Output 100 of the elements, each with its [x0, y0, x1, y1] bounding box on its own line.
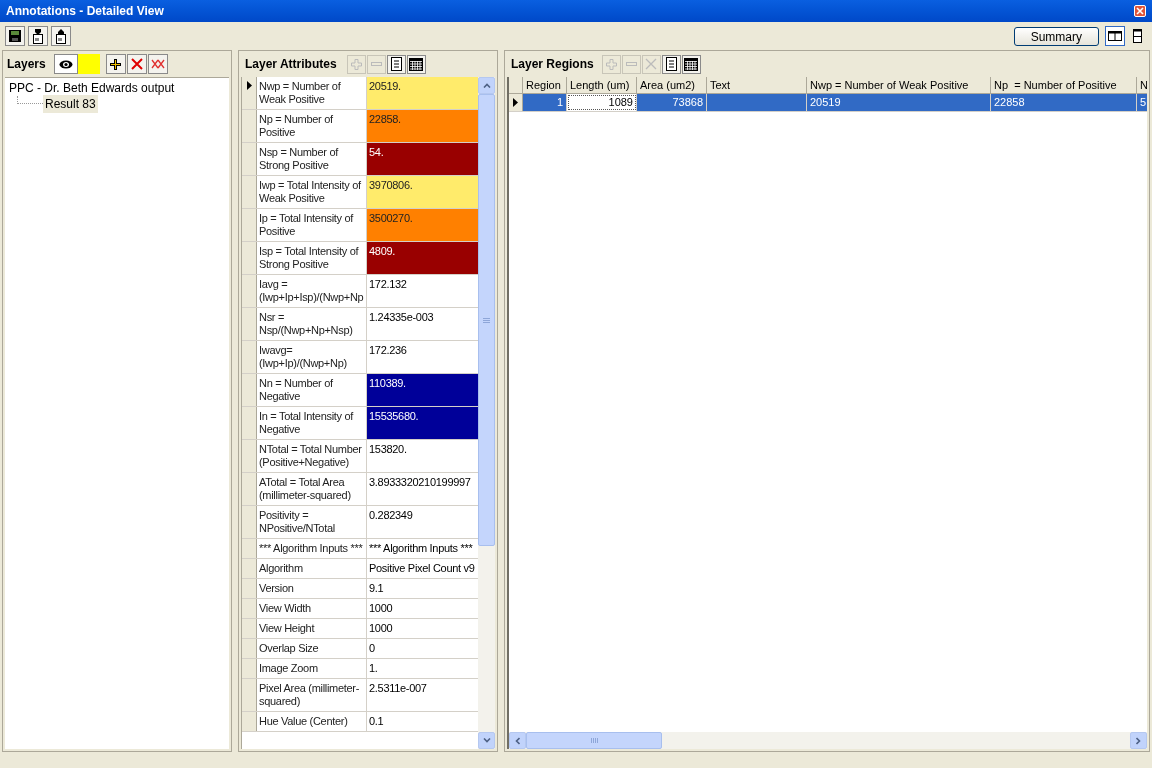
attribute-name: View Width — [257, 599, 367, 618]
plus-icon — [605, 58, 617, 70]
layout-toggle[interactable] — [1105, 26, 1125, 46]
grip-icon — [590, 738, 598, 743]
attribute-name: Hue Value (Center) — [257, 712, 367, 731]
attribute-value[interactable]: 0.282349 — [367, 506, 478, 538]
attribute-name: ATotal = Total Area (millimeter-squared) — [257, 473, 367, 505]
grid-icon — [409, 57, 424, 71]
attribute-value[interactable]: 3500270. — [367, 209, 478, 241]
delete-all-button[interactable] — [147, 54, 168, 74]
attribute-value[interactable]: 1000 — [367, 599, 478, 618]
attribute-value[interactable]: 3.8933320210199997 — [367, 473, 478, 505]
attribute-value[interactable]: 1.24335e-003 — [367, 308, 478, 340]
grid-button[interactable] — [406, 54, 426, 74]
window-title: Annotations - Detailed View — [6, 3, 164, 20]
cross-icon — [645, 58, 658, 70]
table-cell: 22858 — [991, 94, 1137, 111]
down-caret-icon — [482, 738, 491, 743]
document-up-arrow-icon — [55, 28, 67, 44]
delete-icon — [130, 58, 143, 70]
up-caret-icon — [482, 83, 491, 88]
attribute-value[interactable]: Positive Pixel Count v9 — [367, 559, 478, 578]
split-columns-icon — [1108, 31, 1122, 41]
import-button[interactable] — [51, 26, 71, 46]
attribute-name: NTotal = Total Number (Positive+Negative) — [257, 440, 367, 472]
minus-icon — [625, 62, 637, 66]
scroll-thumb[interactable] — [478, 94, 495, 546]
attribute-value[interactable]: 15535680. — [367, 407, 478, 439]
table-cell: 73868 — [637, 94, 707, 111]
panel-title: Layers — [7, 56, 46, 73]
column-header[interactable]: Length (um) — [567, 77, 637, 93]
column-header[interactable]: Region — [523, 77, 567, 93]
table-cell: 1 — [523, 94, 567, 111]
close-button[interactable] — [1134, 5, 1146, 17]
grid-button[interactable] — [681, 54, 701, 74]
attribute-value[interactable]: 2.5311e-007 — [367, 679, 478, 711]
attribute-value[interactable]: 9.1 — [367, 579, 478, 598]
notepad-icon — [390, 57, 402, 71]
scroll-thumb[interactable] — [526, 732, 662, 749]
close-icon — [1136, 7, 1144, 15]
column-header[interactable]: Nwp = Number of Weak Positive — [807, 77, 991, 93]
layer-color-swatch[interactable] — [77, 54, 100, 74]
column-header[interactable]: Area (um2) — [637, 77, 707, 93]
horizontal-scrollbar[interactable] — [509, 732, 1147, 749]
save-icon — [8, 29, 22, 43]
right-caret-icon — [1136, 736, 1141, 745]
attribute-name: Iavg = (Iwp+Ip+Isp)/(Nwp+Np — [257, 275, 367, 307]
tree-item[interactable]: PPC - Dr. Beth Edwards output — [7, 79, 177, 97]
scroll-left-button[interactable] — [509, 732, 526, 749]
double-cross-icon — [150, 59, 165, 69]
attribute-value[interactable]: 172.132 — [367, 275, 478, 307]
current-row-icon — [513, 98, 518, 107]
attribute-name: Image Zoom — [257, 659, 367, 678]
grip-icon — [483, 317, 490, 323]
attribute-value[interactable]: 153820. — [367, 440, 478, 472]
document-down-arrow-icon — [32, 28, 44, 44]
row-header[interactable] — [242, 77, 257, 109]
save-button[interactable] — [5, 26, 25, 46]
attribute-value[interactable]: 54. — [367, 143, 478, 175]
scroll-up-button[interactable] — [478, 77, 495, 94]
attribute-value[interactable]: 1000 — [367, 619, 478, 638]
attribute-name: Overlap Size — [257, 639, 367, 658]
panel-title: Layer Regions — [511, 56, 594, 73]
vertical-scrollbar[interactable] — [478, 77, 495, 749]
attribute-value[interactable]: 172.236 — [367, 341, 478, 373]
panel-title: Layer Attributes — [245, 56, 337, 73]
table-cell: 20519 — [807, 94, 991, 111]
attribute-value[interactable]: 1. — [367, 659, 478, 678]
attribute-name: Algorithm — [257, 559, 367, 578]
scroll-right-button[interactable] — [1130, 732, 1147, 749]
notes-button[interactable] — [386, 54, 406, 74]
column-header[interactable]: Np = Number of Positive — [991, 77, 1137, 93]
attribute-value[interactable]: 0.1 — [367, 712, 478, 731]
attribute-name: Pixel Area (millimeter-squared) — [257, 679, 367, 711]
column-header[interactable]: N — [1137, 77, 1147, 93]
grid-icon — [684, 57, 699, 71]
row-header[interactable] — [509, 94, 523, 111]
attribute-value[interactable]: 20519. — [367, 77, 478, 109]
plus-icon — [110, 58, 122, 70]
notes-button[interactable] — [661, 54, 681, 74]
current-row-icon — [246, 81, 252, 90]
export-button[interactable] — [28, 26, 48, 46]
summary-button[interactable]: Summary — [1013, 26, 1099, 46]
add-layer-button[interactable] — [105, 54, 126, 74]
minus-icon — [370, 62, 382, 66]
plus-icon — [350, 58, 362, 70]
table-cell: 5 — [1137, 94, 1147, 111]
eye-toggle[interactable] — [53, 54, 78, 74]
left-caret-icon — [515, 736, 520, 745]
attribute-value[interactable]: *** Algorithm Inputs *** — [367, 539, 478, 558]
attribute-value[interactable]: 22858. — [367, 110, 478, 142]
attribute-value[interactable]: 110389. — [367, 374, 478, 406]
scroll-down-button[interactable] — [478, 732, 495, 749]
delete-layer-button[interactable] — [126, 54, 147, 74]
attribute-value[interactable]: 3970806. — [367, 176, 478, 208]
tree-item[interactable]: Result 83 — [43, 95, 98, 113]
column-header[interactable]: Text — [707, 77, 807, 93]
attribute-value[interactable]: 0 — [367, 639, 478, 658]
attribute-name: View Height — [257, 619, 367, 638]
attribute-value[interactable]: 4809. — [367, 242, 478, 274]
